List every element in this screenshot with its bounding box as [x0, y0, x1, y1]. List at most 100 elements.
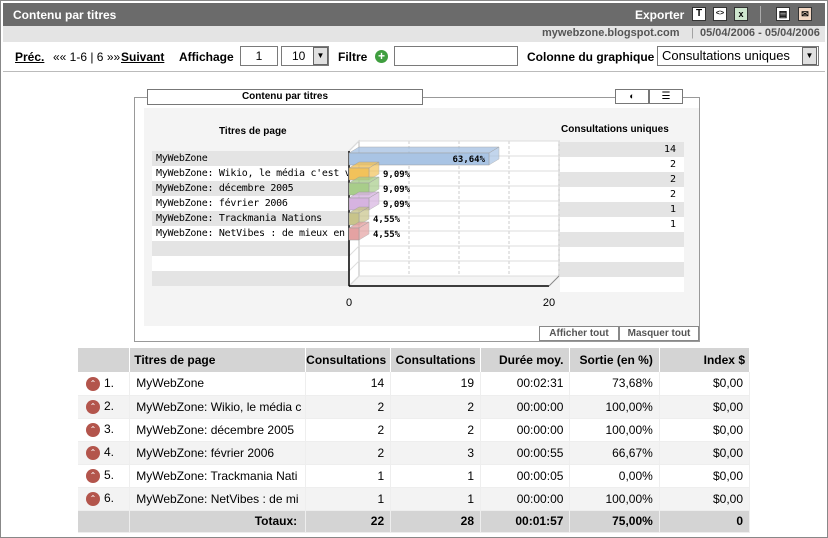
up-arrow-icon[interactable]: ⌃ [86, 399, 100, 414]
chevron-down-icon[interactable]: ▼ [802, 47, 817, 65]
data-table: Titres de page Consultations Consultatio… [78, 348, 751, 533]
table-row[interactable]: ⌃ 5. MyWebZone: Trackmania Nati 1 1 00:00:05 0… [78, 464, 751, 488]
chart-panel-title: Contenu par titres [147, 89, 423, 105]
up-arrow-icon[interactable]: ⌃ [86, 445, 100, 460]
exit-cell: 100,00% [569, 395, 660, 419]
column-header-avg-duration[interactable]: Durée moy. [480, 348, 571, 372]
unique-views-cell: 1 [305, 487, 392, 511]
unique-views-cell: 2 [305, 395, 392, 419]
chart-category-labels: MyWebZone MyWebZone: Wikio, le média c'es… [152, 151, 348, 287]
title-cell[interactable]: MyWebZone: Trackmania Nati [129, 464, 307, 488]
chart-column-label: Colonne du graphique [527, 50, 655, 64]
views-cell: 1 [390, 487, 481, 511]
rank-cell: ⌃ 4. [78, 441, 131, 465]
pager-status: «« 1-6 | 6 »» [53, 50, 121, 64]
export-text-icon[interactable]: T [692, 7, 706, 21]
chart-x-tick-label: 0 [346, 297, 352, 309]
totals-label: Totaux: [129, 510, 307, 533]
chart-bar-percent-label: 4,55% [373, 215, 401, 225]
chart-value-label: 2 [560, 187, 684, 202]
column-header-views[interactable]: Consultations [390, 348, 481, 372]
totals-unique: 22 [305, 510, 392, 533]
chart-bar-percent-label: 9,09% [383, 185, 411, 195]
prev-page-link[interactable]: Préc. [15, 50, 44, 64]
export-xml-icon[interactable]: <> [713, 7, 727, 21]
chart-empty-row [152, 241, 348, 256]
column-header-exit[interactable]: Sortie (en %) [569, 348, 660, 372]
plus-circle-icon[interactable]: + [375, 50, 388, 63]
up-arrow-icon[interactable]: ⌃ [86, 491, 100, 506]
display-start-input[interactable]: 1 [240, 46, 278, 66]
views-cell: 2 [390, 418, 481, 442]
chart-empty-row [152, 271, 348, 286]
title-cell[interactable]: MyWebZone: NetVibes : de mi [129, 487, 307, 511]
chart-value-label: 2 [560, 172, 684, 187]
chevron-down-icon[interactable]: ▼ [313, 47, 328, 65]
table-row[interactable]: ⌃ 1. MyWebZone 14 19 00:02:31 73,68% $0,00 [78, 372, 751, 396]
title-bar: Contenu par titres Exporter T <> x ▤ ✉ [3, 3, 825, 26]
filter-input[interactable] [394, 46, 518, 66]
table-row[interactable]: ⌃ 6. MyWebZone: NetVibes : de mi 1 1 00:00:00… [78, 487, 751, 511]
unique-views-cell: 1 [305, 464, 392, 488]
chart-category-label: MyWebZone: février 2006 [152, 196, 348, 211]
chart-axis-edge [548, 275, 560, 287]
chart-value-label: 1 [560, 202, 684, 217]
pie-chart-icon[interactable]: ◐ [615, 89, 649, 104]
chart-bar-percent-label: 63,64% [452, 155, 485, 165]
chart-category-label: MyWebZone: Wikio, le média c'est v [152, 166, 348, 181]
column-header-unique-views[interactable]: Consultations [305, 348, 392, 372]
hide-all-button[interactable]: Masquer tout [619, 326, 699, 341]
exit-cell: 100,00% [569, 487, 660, 511]
chart-column-value: Consultations uniques [662, 48, 790, 63]
show-all-button[interactable]: Afficher tout [539, 326, 619, 341]
title-cell[interactable]: MyWebZone: Wikio, le média c [129, 395, 307, 419]
chart-bar-top [348, 146, 500, 154]
chart-x-tick-label: 20 [543, 297, 555, 309]
title-cell[interactable]: MyWebZone: février 2006 [129, 441, 307, 465]
next-page-link[interactable]: Suivant [121, 50, 164, 64]
rank-cell: ⌃ 3. [78, 418, 131, 442]
date-range: 05/04/2006 - 05/04/2006 [700, 27, 820, 39]
title-cell[interactable]: MyWebZone [129, 372, 307, 396]
totals-exit: 75,00% [569, 510, 660, 533]
index-cell: $0,00 [659, 372, 751, 396]
site-info-bar: mywebzone.blogspot.com | 05/04/2006 - 05… [3, 26, 825, 42]
rank-number: 2. [104, 399, 115, 414]
totals-duration: 00:01:57 [480, 510, 571, 533]
up-arrow-icon[interactable]: ⌃ [86, 468, 100, 483]
column-header-index[interactable]: Index $ [659, 348, 751, 372]
rank-number: 5. [104, 468, 115, 483]
site-name: mywebzone.blogspot.com [542, 27, 680, 39]
title-cell[interactable]: MyWebZone: décembre 2005 [129, 418, 307, 442]
unique-views-cell: 2 [305, 441, 392, 465]
bar-chart-icon[interactable]: ☰ [649, 89, 683, 104]
unique-views-cell: 14 [305, 372, 392, 396]
table-header-row: Titres de page Consultations Consultatio… [78, 348, 751, 372]
exit-cell: 73,68% [569, 372, 660, 396]
table-row[interactable]: ⌃ 3. MyWebZone: décembre 2005 2 2 00:00:00 100… [78, 418, 751, 442]
column-header-titles[interactable]: Titres de page [129, 348, 307, 372]
report-toolbar: Préc. «« 1-6 | 6 »» Suivant Affichage 1 … [3, 42, 825, 72]
views-cell: 3 [390, 441, 481, 465]
rank-cell: ⌃ 5. [78, 464, 131, 488]
up-arrow-icon[interactable]: ⌃ [86, 376, 100, 391]
rank-cell: ⌃ 2. [78, 395, 131, 419]
chart-value-label: 14 [560, 142, 684, 157]
chart-values-header: Consultations uniques [561, 124, 669, 135]
export-excel-icon[interactable]: x [734, 7, 748, 21]
table-row[interactable]: ⌃ 2. MyWebZone: Wikio, le média c 2 2 00:00:0… [78, 395, 751, 419]
up-arrow-icon[interactable]: ⌃ [86, 422, 100, 437]
index-cell: $0,00 [659, 487, 751, 511]
totals-spacer [78, 510, 131, 533]
table-row[interactable]: ⌃ 4. MyWebZone: février 2006 2 3 00:00:55 66,6… [78, 441, 751, 465]
site-date-separator: | [691, 27, 694, 39]
exit-cell: 100,00% [569, 418, 660, 442]
duration-cell: 00:00:00 [480, 418, 571, 442]
index-cell: $0,00 [659, 441, 751, 465]
chart-column-select[interactable]: Consultations uniques [657, 46, 819, 66]
printer-icon[interactable]: ▤ [776, 7, 790, 21]
rank-cell: ⌃ 6. [78, 487, 131, 511]
display-label: Affichage [179, 50, 234, 64]
rank-cell: ⌃ 1. [78, 372, 131, 396]
email-icon[interactable]: ✉ [798, 7, 812, 21]
